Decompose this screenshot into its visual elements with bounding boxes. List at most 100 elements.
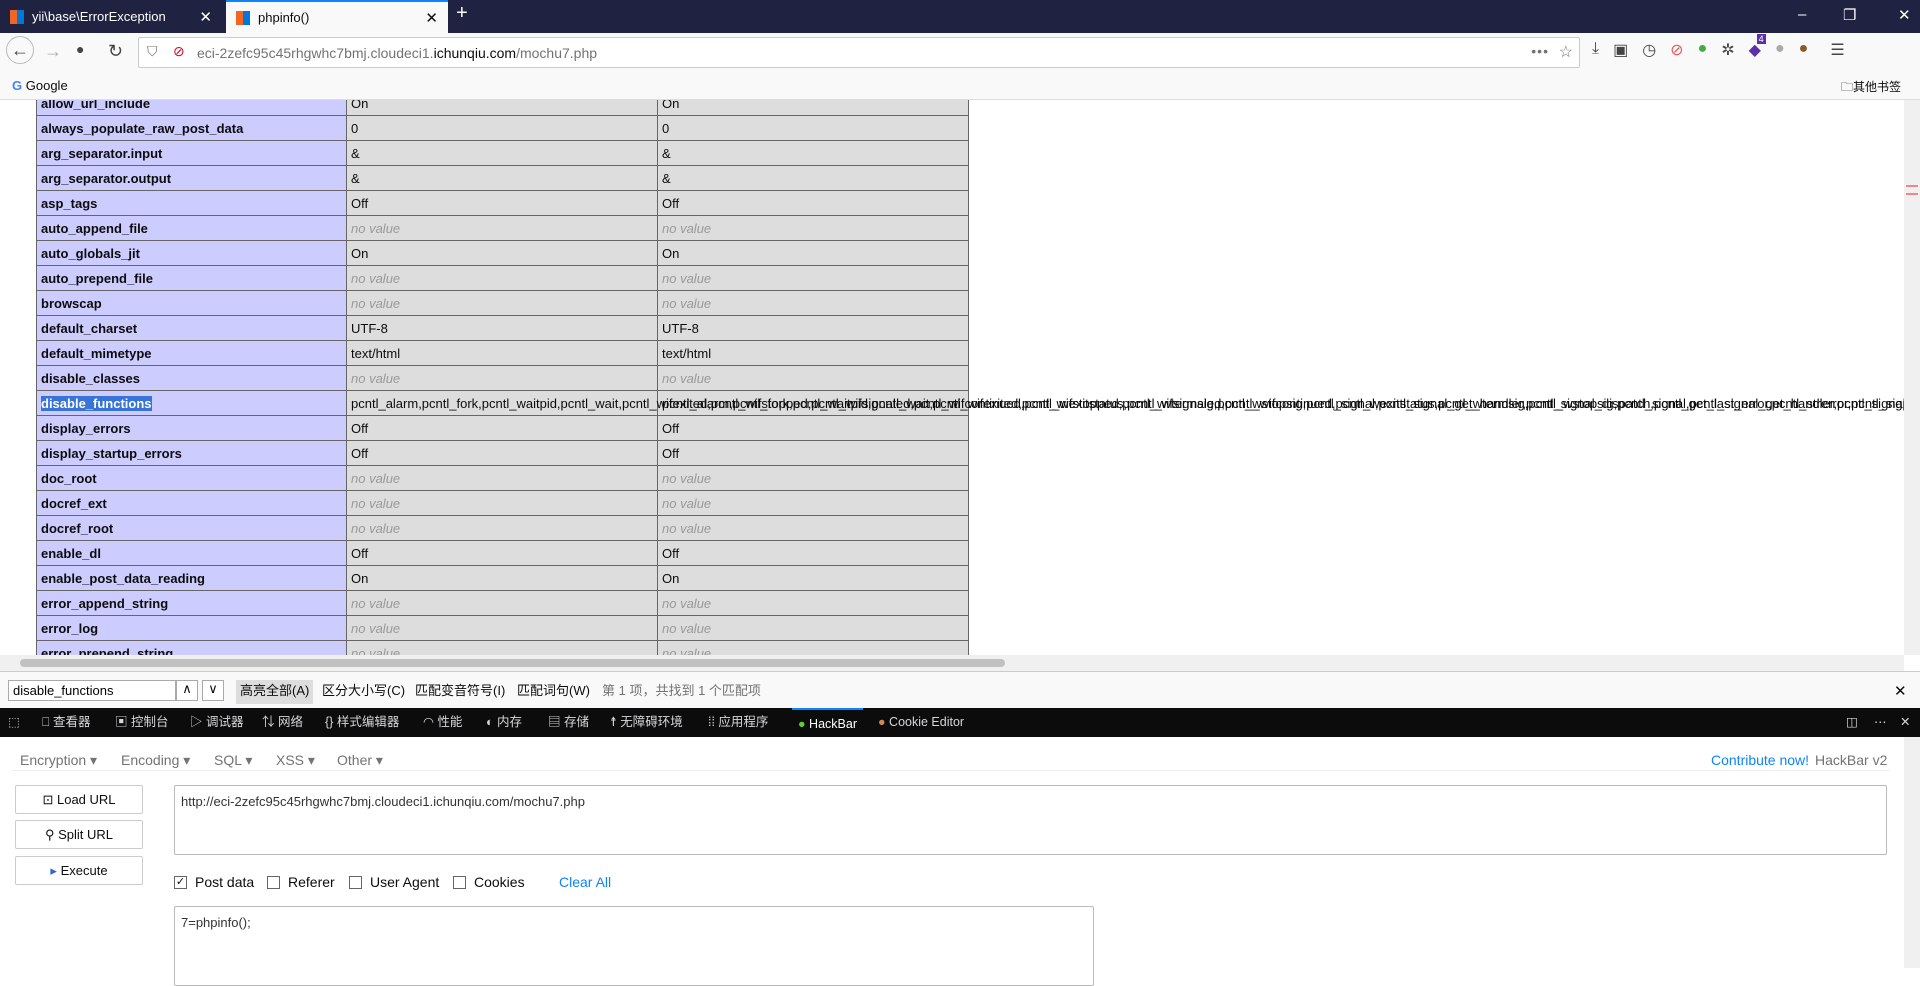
split-url-button[interactable]: ⚲ Split URL <box>15 820 143 849</box>
directive-name: auto_append_file <box>36 215 347 241</box>
element-picker-icon[interactable]: ⬚ <box>8 708 20 737</box>
table-row: browscap no value no value <box>36 290 969 316</box>
find-input[interactable] <box>8 680 176 701</box>
local-value: no value <box>346 465 658 491</box>
tab-error-exception[interactable]: yii\base\ErrorException ✕ <box>0 0 222 33</box>
new-tab-icon[interactable]: + <box>456 2 468 25</box>
menu-other[interactable]: Other ▾ <box>337 752 383 769</box>
match-diacritics-toggle[interactable]: 匹配变音符号(I) <box>411 680 509 704</box>
devtools-tab-inspector[interactable]: ⎕ 查看器 <box>42 708 91 737</box>
referer-checkbox[interactable]: Referer <box>267 874 335 890</box>
clear-all-link[interactable]: Clear All <box>559 874 611 890</box>
directive-name: error_append_string <box>36 590 347 616</box>
bookmark-google[interactable]: G Google <box>12 78 68 93</box>
close-tab-icon[interactable]: ✕ <box>199 8 212 26</box>
restore-icon[interactable]: ❐ <box>1843 6 1856 24</box>
local-value: no value <box>346 490 658 516</box>
master-value: no value <box>657 615 969 641</box>
table-row: error_append_string no value no value <box>36 590 969 616</box>
directive-name: display_startup_errors <box>36 440 347 466</box>
page-actions-icon[interactable]: ••• <box>1531 43 1549 59</box>
local-value: no value <box>346 640 658 655</box>
back-icon[interactable]: ← <box>6 36 34 64</box>
devtools-menu-icon[interactable]: ⋯ <box>1874 708 1887 737</box>
cookie-icon[interactable]: ● <box>1799 40 1809 60</box>
close-devtools-icon[interactable]: ✕ <box>1900 708 1910 737</box>
bookmark-label: 其他书签 <box>1853 80 1902 94</box>
load-url-button[interactable]: ⊡ Load URL <box>15 785 143 814</box>
tab-title: phpinfo() <box>258 10 310 25</box>
library-icon[interactable]: ▣ <box>1613 40 1628 60</box>
cookies-checkbox[interactable]: Cookies <box>453 874 525 890</box>
download-icon[interactable]: ⤓ <box>1592 40 1599 60</box>
url-textarea[interactable]: http://eci-2zefc95c45rhgwhc7bmj.cloudeci… <box>174 785 1887 855</box>
master-value: no value <box>657 265 969 291</box>
local-value: Off <box>346 190 658 216</box>
close-window-icon[interactable]: ✕ <box>1898 6 1911 24</box>
local-value: pcntl_alarm,pcntl_fork,pcntl_waitpid,pcn… <box>346 390 1904 416</box>
table-row: allow_url_include On On <box>36 100 969 116</box>
menu-xss[interactable]: XSS ▾ <box>276 752 315 769</box>
shield-icon[interactable]: ⛉ <box>147 43 158 60</box>
master-value: Off <box>657 190 969 216</box>
adblock-icon[interactable]: ⊘ <box>1670 40 1683 60</box>
load-icon: ⊡ <box>42 792 54 807</box>
minimize-icon[interactable]: – <box>1798 6 1806 23</box>
hackbar-extension-icon[interactable]: ◆ 4 <box>1749 34 1766 60</box>
post-data-textarea[interactable]: 7=phpinfo(); <box>174 906 1094 986</box>
directive-name: default_charset <box>36 315 347 341</box>
devtools-tab-application[interactable]: ⁞⁞ 应用程序 <box>708 708 768 737</box>
whole-words-toggle[interactable]: 匹配词句(W) <box>513 680 594 704</box>
menu-encryption[interactable]: Encryption ▾ <box>20 752 97 769</box>
tab-phpinfo[interactable]: phpinfo() ✕ <box>226 0 448 33</box>
find-next-button[interactable]: ∨ <box>202 680 224 701</box>
devtools-tab-memory[interactable]: ◐ 内存 <box>486 708 522 737</box>
hackbar-version: HackBar v2 <box>1815 752 1888 768</box>
local-value: no value <box>346 515 658 541</box>
close-findbar-icon[interactable]: ✕ <box>1894 682 1907 700</box>
user-agent-checkbox[interactable]: User Agent <box>349 874 439 890</box>
horizontal-scrollbar-thumb[interactable] <box>20 659 1005 667</box>
devtools-tab-network[interactable]: ⇅ 网络 <box>262 708 303 737</box>
devtools-tab-hackbar[interactable]: ● HackBar <box>792 708 863 737</box>
devtools-tab-storage[interactable]: ▤ 存储 <box>548 708 589 737</box>
master-value: On <box>657 240 969 266</box>
local-value: Off <box>346 415 658 441</box>
directive-name: always_populate_raw_post_data <box>36 115 347 141</box>
local-value: no value <box>346 215 658 241</box>
forward-icon[interactable]: → <box>44 41 62 62</box>
devtools-tab-performance[interactable]: ◠ 性能 <box>423 708 462 737</box>
bookmark-star-icon[interactable]: ☆ <box>1559 42 1573 62</box>
match-case-toggle[interactable]: 区分大小写(C) <box>318 680 409 704</box>
close-tab-icon[interactable]: ✕ <box>425 9 438 27</box>
site-favicon-icon <box>236 10 250 25</box>
devtools-tab-cookie-editor[interactable]: ● Cookie Editor <box>878 708 964 737</box>
find-match-marker <box>1906 185 1918 195</box>
post-data-checkbox[interactable]: ✓ Post data <box>174 874 254 890</box>
highlight-all-toggle[interactable]: 高亮全部(A) <box>236 680 314 704</box>
devtools-tab-console[interactable]: ▣ 控制台 <box>115 708 169 737</box>
extension-icon[interactable]: ● <box>76 41 84 57</box>
settings-gear-icon[interactable]: ✲ <box>1721 40 1734 60</box>
devtools-tab-accessibility[interactable]: ☨ 无障碍环境 <box>610 708 683 737</box>
vertical-scrollbar[interactable] <box>1904 100 1920 655</box>
insecure-lock-icon[interactable]: ⊘ <box>173 43 185 60</box>
menu-encoding[interactable]: Encoding ▾ <box>121 752 190 769</box>
menu-icon[interactable]: ☰ <box>1830 40 1844 60</box>
url-bar[interactable]: ⛉ ⊘ eci-2zefc95c45rhgwhc7bmj.cloudeci1. i… <box>138 37 1580 68</box>
other-bookmarks[interactable]: 🗀其他书签 <box>1841 78 1901 99</box>
contribute-link[interactable]: Contribute now! <box>1711 752 1809 768</box>
execute-button[interactable]: ▸ Execute <box>15 856 143 885</box>
devtools-tab-style-editor[interactable]: {} 样式编辑器 <box>325 708 399 737</box>
dock-side-icon[interactable]: ◫ <box>1846 708 1858 737</box>
reload-icon[interactable]: ↻ <box>108 41 123 62</box>
js-toggle-icon[interactable]: ● <box>1698 40 1708 60</box>
menu-sql[interactable]: SQL ▾ <box>214 752 252 769</box>
hackbar-scrollbar[interactable] <box>1904 737 1920 968</box>
master-value: no value <box>657 290 969 316</box>
proxy-icon[interactable]: ● <box>1775 40 1785 60</box>
history-icon[interactable]: ◷ <box>1642 40 1656 60</box>
devtools-tab-debugger[interactable]: ▷ 调试器 <box>190 708 244 737</box>
find-previous-button[interactable]: ∧ <box>176 680 198 701</box>
table-row: default_mimetype text/html text/html <box>36 340 969 366</box>
